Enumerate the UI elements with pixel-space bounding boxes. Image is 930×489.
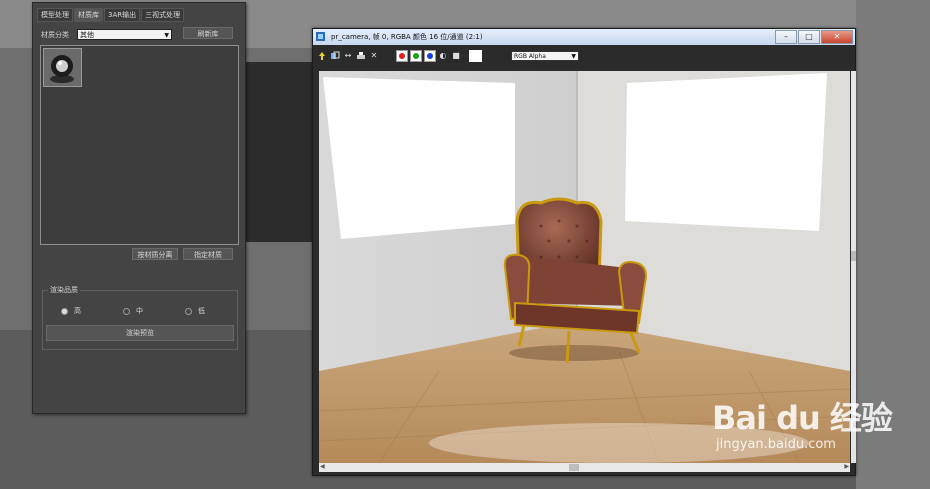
panel-tabs: 模型处理 材质库 3AR输出 三视式处理 xyxy=(37,8,185,22)
color-swatch[interactable] xyxy=(469,50,482,62)
chevron-down-icon: ▼ xyxy=(571,53,576,60)
quality-low-label: 低 xyxy=(198,307,205,315)
app-icon xyxy=(316,32,325,41)
quality-low-radio[interactable]: 低 xyxy=(185,306,205,316)
tab-material-library[interactable]: 材质库 xyxy=(74,8,103,22)
category-value: 其他 xyxy=(80,31,94,39)
chevron-down-icon: ▼ xyxy=(164,32,169,39)
refresh-library-button[interactable]: 刷新库 xyxy=(183,27,233,39)
alpha-channel-icon[interactable]: ◐ xyxy=(438,51,448,61)
radio-dot-icon xyxy=(185,307,192,315)
assign-by-material-button[interactable]: 按材质分离 xyxy=(132,248,178,260)
tab-three-view[interactable]: 三视式处理 xyxy=(141,8,185,22)
scroll-thumb[interactable] xyxy=(569,464,579,471)
maximize-button[interactable]: □ xyxy=(798,30,820,44)
render-quality-group: 渲染品质 高 中 低 渲染预览 xyxy=(42,285,238,350)
scroll-right-icon[interactable]: ▶ xyxy=(844,463,849,470)
track-icon[interactable]: ↔ xyxy=(343,51,353,61)
radio-dot-icon xyxy=(61,307,68,315)
red-channel-toggle[interactable] xyxy=(396,50,408,62)
mono-icon[interactable]: ■ xyxy=(451,51,461,61)
quality-medium-radio[interactable]: 中 xyxy=(123,306,143,316)
print-icon[interactable] xyxy=(356,51,366,61)
category-select[interactable]: 其他 ▼ xyxy=(77,29,172,40)
baidu-watermark: Bai du 经验 jingyan.baidu.com xyxy=(712,393,893,452)
minimize-button[interactable]: – xyxy=(775,30,797,44)
clear-icon[interactable]: ✕ xyxy=(369,51,379,61)
watermark-url: jingyan.baidu.com xyxy=(716,437,836,452)
material-thumbnail[interactable] xyxy=(43,48,82,87)
radio-dot-icon xyxy=(123,307,130,315)
window-titlebar[interactable]: pr_camera, 帧 0, RGBA 颜色 16 位/通道 (2:1) – … xyxy=(313,29,855,45)
category-row: 材质分类 其他 ▼ xyxy=(41,28,172,41)
sphere-icon xyxy=(44,49,81,86)
scroll-left-icon[interactable]: ◀ xyxy=(320,463,325,470)
green-channel-toggle[interactable] xyxy=(410,50,422,62)
quality-high-label: 高 xyxy=(74,307,81,315)
tab-model-processing[interactable]: 模型处理 xyxy=(37,8,73,22)
window-title: pr_camera, 帧 0, RGBA 颜色 16 位/通道 (2:1) xyxy=(331,33,483,41)
frame-toolbar: ↔ ✕ ◐ ■ xyxy=(317,49,482,63)
material-thumbnail-grid[interactable] xyxy=(40,45,239,245)
material-library-panel: 模型处理 材质库 3AR输出 三视式处理 材质分类 其他 ▼ 刷新库 按材质分离… xyxy=(32,2,246,414)
tab-3ar-output[interactable]: 3AR输出 xyxy=(104,8,141,22)
horizontal-scrollbar[interactable]: ◀ ▶ xyxy=(319,463,850,472)
scroll-thumb[interactable] xyxy=(851,251,856,261)
render-preview-button[interactable]: 渲染预览 xyxy=(46,325,234,341)
render-quality-title: 渲染品质 xyxy=(48,285,80,295)
watermark-brand: Bai du 经验 xyxy=(712,399,893,437)
pick-material-button[interactable]: 指定材质 xyxy=(183,248,233,260)
blue-channel-toggle[interactable] xyxy=(424,50,436,62)
clone-window-icon[interactable] xyxy=(330,51,340,61)
close-button[interactable]: ✕ xyxy=(821,30,853,44)
category-label: 材质分类 xyxy=(41,30,69,39)
viewport-wall-shadow xyxy=(244,62,314,242)
channel-select[interactable]: RGB Alpha ▼ xyxy=(511,51,579,61)
save-image-icon[interactable] xyxy=(317,51,327,61)
channel-value: RGB Alpha xyxy=(514,53,546,60)
quality-medium-label: 中 xyxy=(136,307,143,315)
quality-high-radio[interactable]: 高 xyxy=(61,306,81,316)
window-controls: – □ ✕ xyxy=(774,30,853,44)
